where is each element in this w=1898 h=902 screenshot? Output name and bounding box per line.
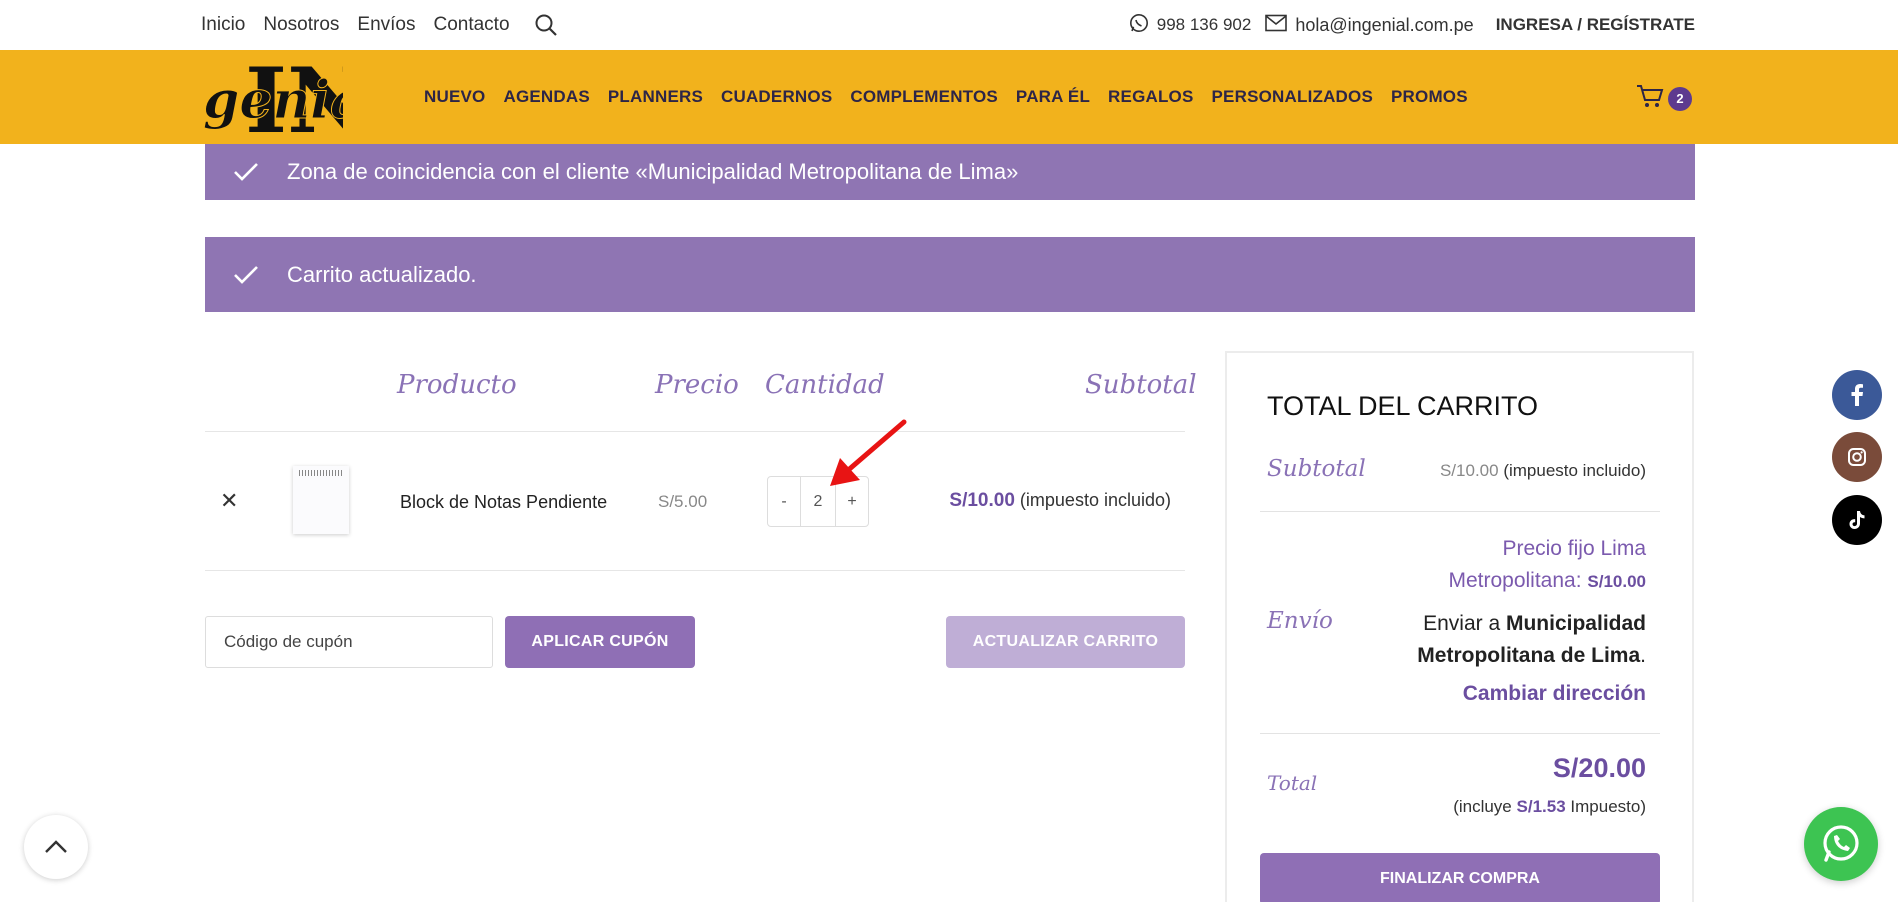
main-nav: NUEVO AGENDAS PLANNERS CUADERNOS COMPLEM…	[424, 50, 1468, 144]
product-price: S/5.00	[658, 492, 708, 511]
envelope-icon	[1265, 14, 1288, 37]
check-icon	[205, 162, 287, 182]
zone-notice-text: Zona de coincidencia con el cliente «Mun…	[287, 159, 1019, 184]
search-icon[interactable]	[534, 13, 558, 37]
facebook-icon	[1851, 384, 1863, 406]
tiktok-button[interactable]	[1832, 495, 1882, 545]
cart-count-badge: 2	[1668, 86, 1692, 111]
chevron-up-icon	[45, 840, 67, 853]
nav-nuevo[interactable]: NUEVO	[424, 87, 485, 107]
facebook-button[interactable]	[1832, 370, 1882, 420]
top-links: Inicio Nosotros Envíos Contacto	[201, 0, 558, 50]
cart-updated-notice: Carrito actualizado.	[205, 237, 1695, 312]
totals-title: TOTAL DEL CARRITO	[1267, 391, 1539, 421]
tax-note: (incluye S/1.53 Impuesto)	[1453, 797, 1646, 817]
whatsapp-icon	[1823, 825, 1859, 862]
nav-regalos[interactable]: REGALOS	[1108, 87, 1193, 107]
totals-subtotal-label: Subtotal	[1267, 456, 1366, 482]
instagram-button[interactable]	[1832, 432, 1882, 482]
top-link-inicio[interactable]: Inicio	[201, 14, 245, 36]
cart-updated-text: Carrito actualizado.	[287, 261, 477, 287]
tax-prefix: (incluye	[1453, 797, 1512, 816]
totals-divider	[1260, 733, 1660, 734]
phone-link[interactable]: 998 136 902	[1129, 13, 1252, 38]
top-link-envios[interactable]: Envíos	[357, 14, 415, 36]
nav-agendas[interactable]: AGENDAS	[503, 87, 589, 107]
login-register-link[interactable]: INGRESA / REGÍSTRATE	[1496, 15, 1695, 35]
apply-coupon-button[interactable]: APLICAR CUPÓN	[505, 616, 695, 668]
totals-subtotal-note: (impuesto incluido)	[1503, 461, 1646, 480]
nav-cuadernos[interactable]: CUADERNOS	[721, 87, 832, 107]
scroll-to-top-button[interactable]	[24, 815, 88, 879]
header-product: Producto	[397, 370, 517, 400]
header-price: Precio	[655, 370, 739, 400]
ship-to-text: Enviar a Municipalidad Metropolitana de …	[1417, 612, 1646, 667]
table-divider	[205, 570, 1185, 571]
header-quantity: Cantidad	[765, 370, 885, 400]
ship-to-prefix: Enviar a	[1423, 612, 1501, 635]
qty-decrease-button[interactable]: -	[768, 477, 800, 526]
product-name[interactable]: Block de Notas Pendiente	[400, 492, 607, 513]
remove-item-button[interactable]: ✕	[220, 488, 238, 514]
totals-subtotal-value: S/10.00	[1439, 461, 1499, 480]
tiktok-icon	[1849, 511, 1865, 529]
item-tax-note: (impuesto incluido)	[1019, 490, 1171, 510]
notepad-spiral	[299, 470, 343, 476]
cart-totals-panel: TOTAL DEL CARRITO Subtotal S/10.00 (impu…	[1225, 351, 1694, 902]
coupon-input[interactable]: Código de cupón	[205, 616, 493, 668]
checkout-button[interactable]: FINALIZAR COMPRA	[1260, 853, 1660, 902]
site-logo[interactable]: IN genial	[203, 48, 384, 154]
item-subtotal-amount: S/10.00	[949, 490, 1015, 511]
top-link-contacto[interactable]: Contacto	[433, 14, 509, 36]
nav-personalizados[interactable]: PERSONALIZADOS	[1212, 87, 1373, 107]
whatsapp-icon	[1129, 13, 1149, 38]
table-divider	[205, 431, 1185, 432]
totals-total-value: S/20.00	[1552, 753, 1646, 783]
update-cart-button[interactable]: ACTUALIZAR CARRITO	[946, 616, 1185, 668]
tax-suffix: Impuesto)	[1570, 797, 1646, 816]
product-thumbnail[interactable]	[293, 466, 349, 534]
cart-icon	[1636, 83, 1664, 114]
annotation-arrow-icon	[830, 419, 907, 486]
main-header: IN genial NUEVO AGENDAS PLANNERS CUADERN…	[0, 48, 1898, 154]
item-subtotal: S/10.00 (impuesto incluido)	[949, 490, 1171, 512]
instagram-icon	[1848, 448, 1866, 466]
totals-shipping-label: Envío	[1267, 608, 1333, 634]
email-link[interactable]: hola@ingenial.com.pe	[1265, 14, 1474, 37]
header-cart[interactable]: 2	[1636, 83, 1692, 114]
nav-planners[interactable]: PLANNERS	[608, 87, 703, 107]
shipping-details: Precio fijo Lima Metropolitana: S/10.00 …	[1406, 533, 1646, 710]
change-address-link[interactable]: Cambiar dirección	[1406, 678, 1646, 710]
top-link-nosotros[interactable]: Nosotros	[263, 14, 339, 36]
header-subtotal: Subtotal	[1085, 370, 1197, 400]
whatsapp-chat-button[interactable]	[1804, 807, 1878, 881]
top-bar: Inicio Nosotros Envíos Contacto 998 136 …	[0, 0, 1898, 50]
totals-total-label: Total	[1267, 771, 1318, 795]
nav-promos[interactable]: PROMOS	[1391, 87, 1468, 107]
zone-notice: Zona de coincidencia con el cliente «Mun…	[205, 144, 1695, 200]
top-contact: 998 136 902 hola@ingenial.com.pe INGRESA…	[1129, 0, 1695, 50]
shipping-price: S/10.00	[1587, 572, 1646, 591]
phone-number: 998 136 902	[1156, 15, 1252, 34]
nav-complementos[interactable]: COMPLEMENTOS	[850, 87, 998, 107]
tax-value: S/1.53	[1516, 797, 1566, 816]
logo-text: genial	[203, 70, 343, 131]
totals-divider	[1260, 511, 1660, 512]
totals-subtotal: S/10.00 (impuesto incluido)	[1440, 461, 1646, 481]
nav-para-el[interactable]: PARA ÉL	[1016, 87, 1090, 107]
email-address: hola@ingenial.com.pe	[1295, 14, 1474, 35]
check-icon	[205, 265, 287, 285]
shipping-method[interactable]: Precio fijo Lima Metropolitana: S/10.00	[1406, 533, 1646, 598]
